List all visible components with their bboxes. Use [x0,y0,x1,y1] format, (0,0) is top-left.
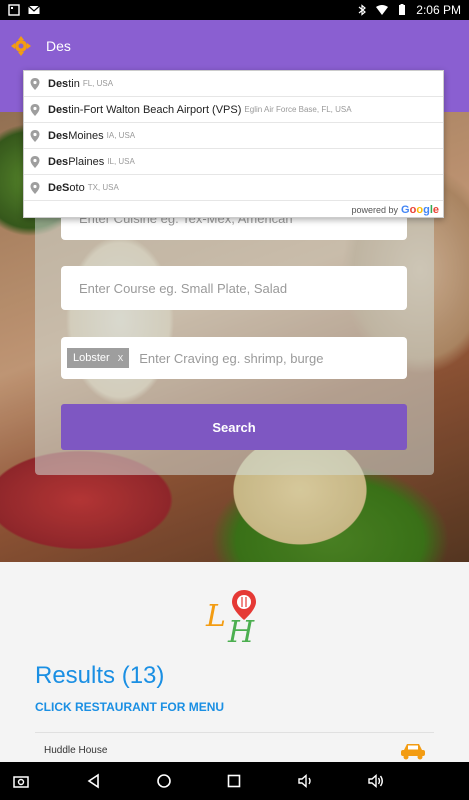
chip-remove-icon[interactable]: x [118,352,124,364]
suggestion-item[interactable]: Des Moines IA, USA [24,123,443,149]
suggestion-rest: Plaines [68,155,105,168]
craving-placeholder: Enter Craving eg. shrimp, burge [139,350,324,366]
map-pin-icon [30,129,40,142]
suggestion-item[interactable]: Des Plaines IL, USA [24,149,443,175]
suggestion-item[interactable]: Des tin-Fort Walton Beach Airport (VPS) E… [24,97,443,123]
notification-icon [8,4,20,16]
suggestion-sub: TX, USA [87,183,119,192]
location-logo-icon[interactable] [10,35,32,57]
car-icon[interactable] [400,742,426,760]
volume-up-icon[interactable] [367,772,385,790]
volume-down-icon[interactable] [297,772,315,790]
suggestion-match: DeS [48,181,70,194]
map-pin-icon [30,77,40,90]
lh-logo-icon: L H [205,590,256,646]
course-input[interactable]: Enter Course eg. Small Plate, Salad [61,266,407,310]
map-pin-icon [30,181,40,194]
suggestion-match: Des [48,155,69,168]
craving-chip[interactable]: Lobster x [67,348,130,368]
suggestion-sub: IL, USA [107,157,135,166]
suggestion-item[interactable]: DeS oto TX, USA [24,175,443,201]
powered-by-google: powered by Google [24,201,443,219]
suggestion-match: Des [48,129,69,142]
suggestion-rest: oto [69,181,85,194]
suggestion-rest: Moines [68,129,104,142]
map-pin-icon [30,155,40,168]
suggestion-match: Des [48,77,69,90]
suggestion-sub: IA, USA [106,131,136,140]
screenshot-icon[interactable] [12,772,30,790]
suggestion-sub: FL, USA [82,79,114,88]
system-nav-bar [0,762,469,800]
google-logo: Google [401,204,439,216]
wifi-icon [376,5,389,15]
svg-text:L: L [205,599,226,634]
suggestion-match: Des [48,103,69,116]
app-bar: Des [0,20,469,72]
status-time: 2:06 PM [416,3,461,17]
suggestion-sub: Eglin Air Force Base, FL, USA [244,105,352,114]
suggestion-rest: tin-Fort Walton Beach Airport (VPS) [68,103,242,116]
back-icon[interactable] [85,772,103,790]
search-button[interactable]: Search [61,404,407,450]
suggestion-item[interactable]: Des tin FL, USA [24,71,443,97]
battery-icon [399,4,406,15]
restaurant-item[interactable]: Huddle House [44,745,107,756]
location-search-input[interactable]: Des [46,38,71,54]
map-pin-icon [30,103,40,116]
status-bar: 2:06 PM [0,0,469,20]
results-instruction: CLICK RESTAURANT FOR MENU [35,700,225,714]
craving-chip-label: Lobster [73,352,110,364]
suggestion-rest: tin [68,77,80,90]
course-placeholder: Enter Course eg. Small Plate, Salad [79,280,288,296]
craving-input[interactable]: Lobster x Enter Craving eg. shrimp, burg… [61,337,407,379]
results-section: L H Results (13) CLICK RESTAURANT FOR ME… [0,562,469,762]
recents-icon[interactable] [225,772,243,790]
powered-by-text: powered by [351,205,399,215]
svg-text:H: H [227,615,255,646]
home-icon[interactable] [155,772,173,790]
divider [35,732,434,733]
place-suggestions-dropdown: Des tin FL, USA Des tin-Fort Walton Beach … [23,70,444,218]
gmail-icon [28,5,40,14]
bluetooth-icon [358,4,367,16]
results-title: Results (13) [35,662,165,689]
